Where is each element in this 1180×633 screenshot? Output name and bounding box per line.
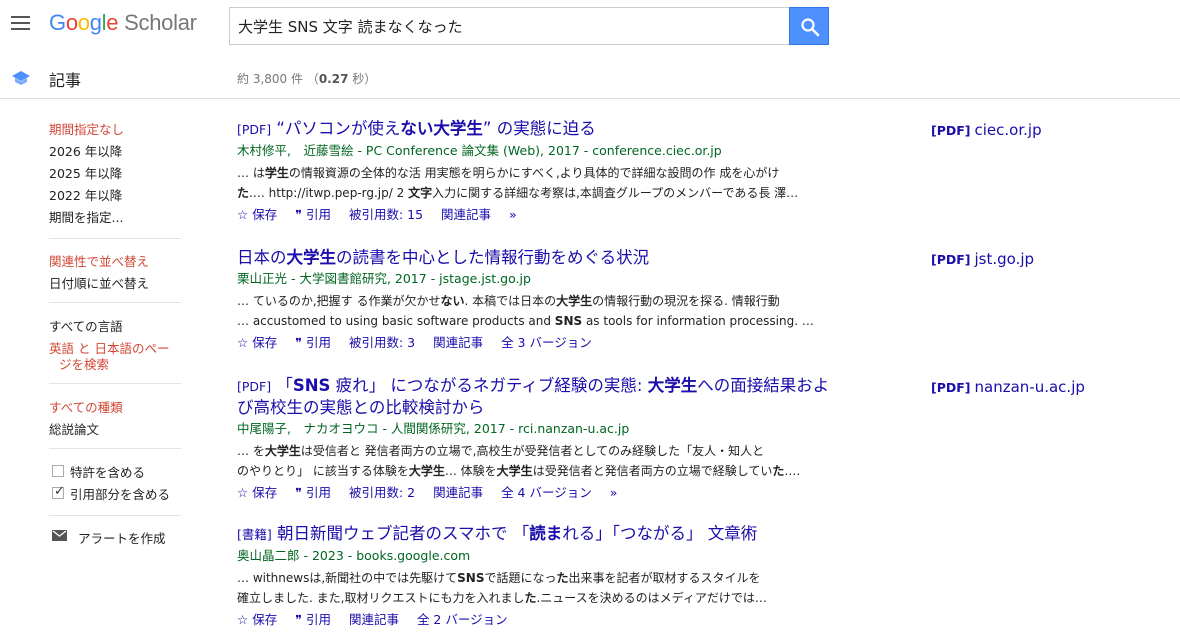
cited-by-link[interactable]: 被引用数: 3 [349, 335, 415, 350]
result-type-tag: [書籍] [237, 527, 272, 542]
pdf-link[interactable]: [PDF] ciec.or.jp [931, 121, 1042, 139]
related-articles-link[interactable]: 関連記事 [441, 207, 491, 222]
header: Google Scholar [0, 0, 1180, 52]
result-title-link[interactable]: [PDF] 「SNS 疲れ」 につながるネガティブ経験の実態: 大学生への面接結… [237, 375, 847, 418]
result-title-link[interactable]: [PDF] “パソコンが使えない大学生” の実態に迫る [237, 118, 847, 140]
related-articles-link[interactable]: 関連記事 [433, 335, 483, 350]
result-meta: 中尾陽子, ナカオヨウコ - 人間関係研究, 2017 - rci.nanzan… [237, 421, 630, 436]
cited-by-link[interactable]: 被引用数: 15 [349, 207, 423, 222]
mail-icon [52, 530, 67, 541]
result-type-tag: [PDF] [237, 379, 272, 394]
all-versions-link[interactable]: 全 4 バージョン [501, 485, 592, 500]
result-title-link[interactable]: [書籍] 朝日新聞ウェブ記者のスマホで 「読まれる」「つながる」 文章術 [237, 523, 847, 545]
citations-checkbox[interactable]: ✓ [52, 484, 65, 499]
quote-icon: ❞ [295, 485, 302, 500]
pdf-link[interactable]: [PDF] nanzan-u.ac.jp [931, 378, 1085, 396]
divider [49, 238, 181, 239]
section-label: 記事 [49, 71, 82, 90]
more-icon[interactable]: » [610, 485, 618, 500]
quote-icon: ❞ [295, 207, 302, 222]
cite-button[interactable]: ❞ 引用 [295, 207, 331, 222]
related-articles-link[interactable]: 関連記事 [349, 612, 399, 627]
time-filter-2022[interactable]: 2022 年以降 [49, 185, 122, 204]
search-result: [書籍] 朝日新聞ウェブ記者のスマホで 「読まれる」「つながる」 文章術 奥山晶… [237, 523, 847, 630]
quote-icon: ❞ [295, 612, 302, 627]
result-snippet: … を大学生は受信者と 発信者両方の立場で,高校生が受発信者としてのみ経験した「… [237, 444, 801, 478]
search-result: [PDF] 「SNS 疲れ」 につながるネガティブ経験の実態: 大学生への面接結… [237, 375, 847, 503]
divider [49, 448, 181, 449]
subheader: 記事 約 3,800 件 （0.27 秒） [0, 53, 1180, 99]
star-icon: ☆ [237, 612, 249, 627]
citations-label: 引用部分を含める [70, 487, 171, 502]
pdf-link[interactable]: [PDF] jst.go.jp [931, 250, 1034, 268]
save-button[interactable]: ☆ 保存 [237, 612, 277, 627]
result-snippet: … は学生の情報資源の全体的な活 用実態を明らかにすべく,より具体的で詳細な設問… [237, 166, 799, 200]
divider [49, 515, 181, 516]
result-actions: ☆ 保存 ❞ 引用 被引用数: 3 関連記事 全 3 バージョン [237, 333, 847, 353]
save-button[interactable]: ☆ 保存 [237, 207, 277, 222]
star-icon: ☆ [237, 207, 249, 222]
result-meta: 木村修平, 近藤雪絵 - PC Conference 論文集 (Web), 20… [237, 143, 722, 158]
result-actions: ☆ 保存 ❞ 引用 被引用数: 2 関連記事 全 4 バージョン » [237, 483, 847, 503]
type-all[interactable]: すべての種類 [49, 397, 123, 416]
google-scholar-logo[interactable]: Google Scholar [49, 10, 197, 36]
all-versions-link[interactable]: 全 3 バージョン [501, 335, 592, 350]
search-icon [801, 18, 820, 37]
related-articles-link[interactable]: 関連記事 [433, 485, 483, 500]
result-snippet: … withnewsは,新聞社の中では先駆けてSNSで話題になった出来事を記者が… [237, 571, 767, 605]
create-alert-link[interactable]: アラートを作成 [78, 528, 166, 547]
star-icon: ☆ [237, 485, 249, 500]
search-input[interactable] [229, 7, 790, 45]
cited-by-link[interactable]: 被引用数: 2 [349, 485, 415, 500]
lang-all[interactable]: すべての言語 [49, 316, 123, 335]
sort-date[interactable]: 日付順に並べ替え [49, 273, 149, 292]
save-button[interactable]: ☆ 保存 [237, 485, 277, 500]
search-button[interactable] [789, 7, 829, 45]
time-filter-custom[interactable]: 期間を指定... [49, 207, 123, 226]
checkmark-icon: ✓ [54, 484, 65, 499]
save-button[interactable]: ☆ 保存 [237, 335, 277, 350]
search-result: 日本の大学生の読書を中心とした情報行動をめぐる状況 栗山正光 - 大学図書館研究… [237, 247, 847, 353]
time-filter-any[interactable]: 期間指定なし [49, 119, 124, 138]
sort-relevance[interactable]: 関連性で並べ替え [49, 251, 149, 270]
type-review[interactable]: 総説論文 [49, 419, 99, 438]
patents-label: 特許を含める [70, 465, 146, 480]
result-stats: 約 3,800 件 （0.27 秒） [237, 72, 377, 86]
result-meta: 栗山正光 - 大学図書館研究, 2017 - jstage.jst.go.jp [237, 271, 531, 286]
search-result: [PDF] “パソコンが使えない大学生” の実態に迫る 木村修平, 近藤雪絵 -… [237, 118, 847, 225]
more-icon[interactable]: » [509, 207, 517, 222]
lang-japanese-line2[interactable]: ジを検索 [59, 354, 109, 373]
cite-button[interactable]: ❞ 引用 [295, 485, 331, 500]
result-actions: ☆ 保存 ❞ 引用 被引用数: 15 関連記事 » [237, 205, 847, 225]
star-icon: ☆ [237, 335, 249, 350]
result-type-tag: [PDF] [237, 122, 272, 137]
articles-icon [12, 71, 30, 85]
quote-icon: ❞ [295, 335, 302, 350]
menu-icon[interactable] [9, 14, 33, 34]
all-versions-link[interactable]: 全 2 バージョン [417, 612, 508, 627]
time-filter-2026[interactable]: 2026 年以降 [49, 141, 122, 160]
divider [49, 302, 181, 303]
divider [49, 383, 181, 384]
result-snippet: … ているのか,把握す る作業が欠かせない. 本稿では日本の大学生の情報行動の現… [237, 294, 814, 328]
result-actions: ☆ 保存 ❞ 引用 関連記事 全 2 バージョン [237, 610, 847, 630]
patents-checkbox[interactable] [52, 465, 64, 477]
cite-button[interactable]: ❞ 引用 [295, 612, 331, 627]
result-title-link[interactable]: 日本の大学生の読書を中心とした情報行動をめぐる状況 [237, 247, 847, 268]
cite-button[interactable]: ❞ 引用 [295, 335, 331, 350]
time-filter-2025[interactable]: 2025 年以降 [49, 163, 122, 182]
result-meta: 奥山晶二郎 - 2023 - books.google.com [237, 548, 471, 563]
